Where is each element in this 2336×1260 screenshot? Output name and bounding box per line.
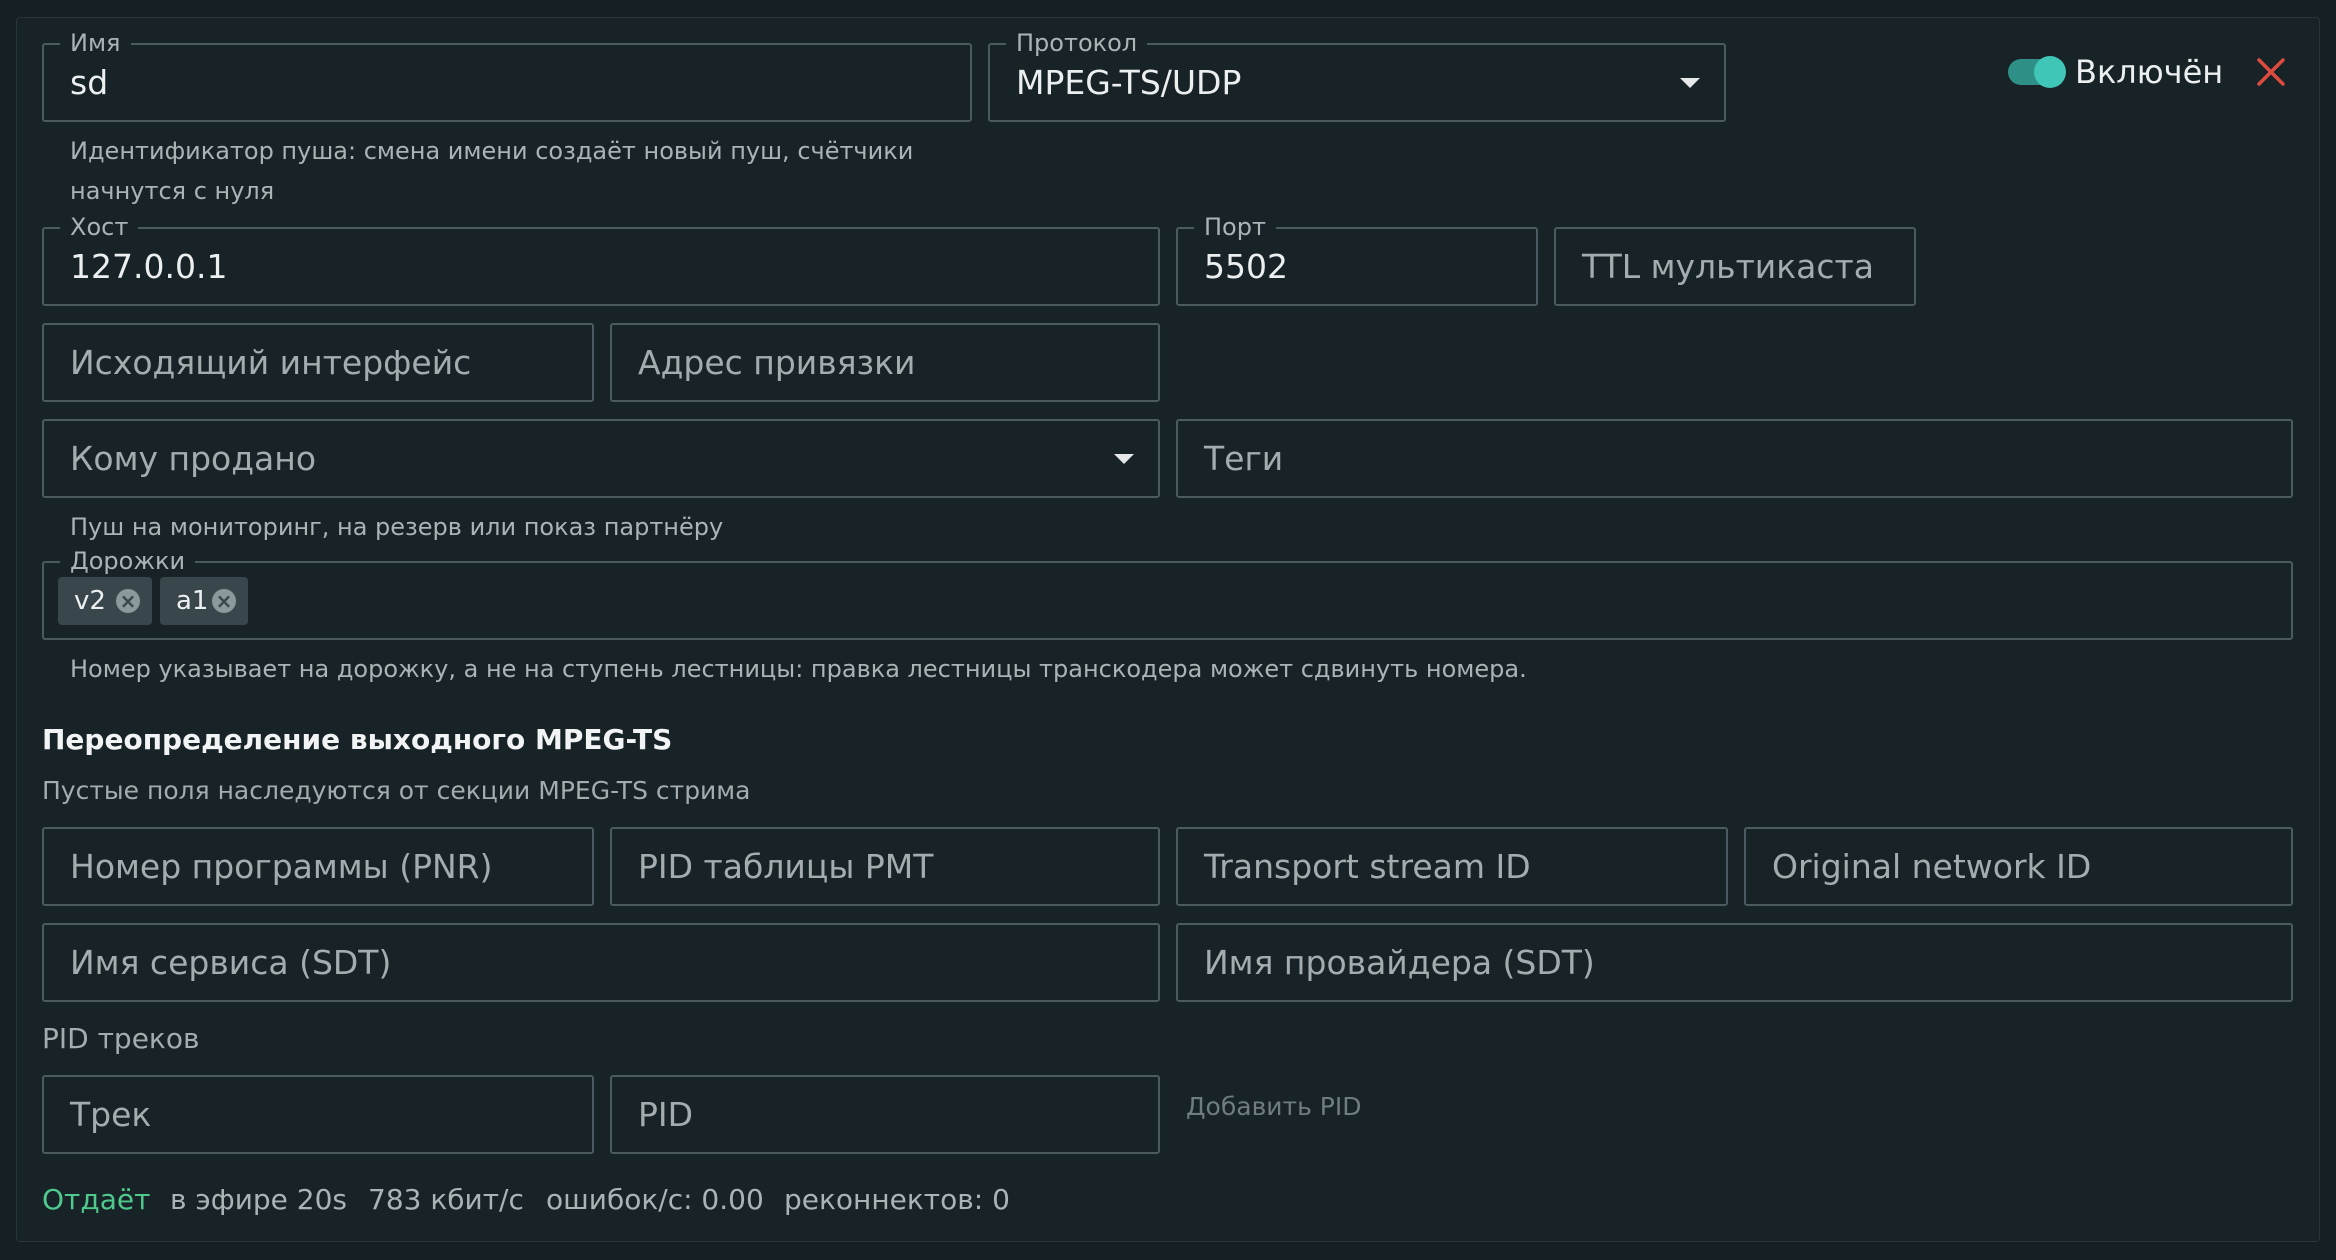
- pid-placeholder: PID: [638, 1095, 694, 1134]
- close-icon[interactable]: [2254, 55, 2288, 89]
- name-helper-line1: Идентификатор пуша: смена имени создаёт …: [70, 137, 914, 165]
- protocol-value: MPEG-TS/UDP: [1016, 63, 1242, 102]
- track-chip-label: v2: [74, 586, 106, 616]
- status-state: Отдаёт: [42, 1183, 151, 1216]
- add-pid-button[interactable]: Добавить PID: [1186, 1087, 1362, 1127]
- toggle-knob[interactable]: [2034, 56, 2066, 88]
- out-interface-placeholder: Исходящий интерфейс: [70, 343, 472, 382]
- name-field[interactable]: Имя sd: [42, 28, 972, 122]
- remove-chip-icon[interactable]: ×: [116, 589, 140, 613]
- onid-placeholder: Original network ID: [1772, 847, 2092, 886]
- track-pids-label: PID треков: [42, 1022, 200, 1055]
- sold-to-select[interactable]: Кому продано: [42, 419, 1160, 498]
- track-field[interactable]: Трек: [42, 1075, 594, 1154]
- tags-placeholder: Теги: [1204, 439, 1284, 478]
- host-field[interactable]: Хост 127.0.0.1: [42, 212, 1160, 306]
- chevron-down-icon: [1114, 454, 1134, 464]
- tags-field[interactable]: Теги: [1176, 419, 2293, 498]
- pnr-placeholder: Номер программы (PNR): [70, 847, 493, 886]
- name-value[interactable]: sd: [70, 45, 108, 120]
- chevron-down-icon: [1680, 78, 1700, 88]
- port-value[interactable]: 5502: [1204, 229, 1288, 304]
- tsid-placeholder: Transport stream ID: [1204, 847, 1531, 886]
- status-errors: ошибок/с: 0.00: [546, 1183, 764, 1216]
- provider-name-field[interactable]: Имя провайдера (SDT): [1176, 923, 2293, 1002]
- status-bitrate: 783 кбит/с: [368, 1183, 524, 1216]
- host-value[interactable]: 127.0.0.1: [70, 229, 227, 304]
- pmt-pid-field[interactable]: PID таблицы PMT: [610, 827, 1160, 906]
- port-field[interactable]: Порт 5502: [1176, 212, 1538, 306]
- remove-chip-icon[interactable]: ×: [212, 589, 236, 613]
- pmt-pid-placeholder: PID таблицы PMT: [638, 847, 934, 886]
- enabled-label: Включён: [2075, 53, 2224, 91]
- protocol-select[interactable]: Протокол MPEG-TS/UDP: [988, 28, 1726, 122]
- transport-stream-id-field[interactable]: Transport stream ID: [1176, 827, 1728, 906]
- bind-address-placeholder: Адрес привязки: [638, 343, 916, 382]
- tracks-helper: Номер указывает на дорожку, а не на ступ…: [70, 655, 1527, 683]
- service-name-field[interactable]: Имя сервиса (SDT): [42, 923, 1160, 1002]
- track-chip-label: a1: [176, 586, 209, 616]
- pnr-field[interactable]: Номер программы (PNR): [42, 827, 594, 906]
- tracks-field[interactable]: Дорожки: [42, 546, 2293, 640]
- out-interface-field[interactable]: Исходящий интерфейс: [42, 323, 594, 402]
- override-title: Переопределение выходного MPEG-TS: [42, 723, 673, 756]
- track-placeholder: Трек: [70, 1095, 152, 1134]
- tracks-label: Дорожки: [60, 546, 196, 576]
- name-helper-line2: начнутся с нуля: [70, 177, 275, 205]
- sold-to-placeholder: Кому продано: [70, 439, 317, 478]
- override-subtitle: Пустые поля наследуются от секции MPEG-T…: [42, 776, 751, 805]
- track-chip: a1 ×: [160, 577, 248, 625]
- status-reconnects: реконнектов: 0: [784, 1183, 1010, 1216]
- sold-to-helper: Пуш на мониторинг, на резерв или показ п…: [70, 513, 724, 541]
- status-uptime: в эфире 20s: [170, 1183, 348, 1216]
- service-name-placeholder: Имя сервиса (SDT): [70, 943, 392, 982]
- provider-name-placeholder: Имя провайдера (SDT): [1204, 943, 1595, 982]
- ttl-placeholder: TTL мультикаста: [1582, 247, 1874, 286]
- pid-field[interactable]: PID: [610, 1075, 1160, 1154]
- ttl-field[interactable]: TTL мультикаста: [1554, 227, 1916, 306]
- track-chip: v2 ×: [58, 577, 152, 625]
- bind-address-field[interactable]: Адрес привязки: [610, 323, 1160, 402]
- original-network-id-field[interactable]: Original network ID: [1744, 827, 2293, 906]
